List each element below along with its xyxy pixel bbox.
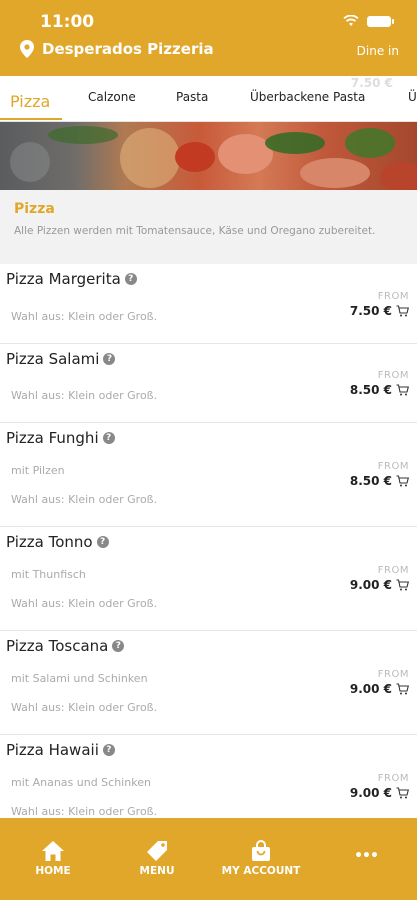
cart-icon[interactable] bbox=[396, 787, 409, 799]
nav-menu-label: MENU bbox=[139, 865, 175, 877]
category-hero-image bbox=[0, 122, 417, 190]
item-option: Wahl aus: Klein oder Groß. bbox=[11, 389, 158, 402]
menu-item-list: Pizza Margerita ? Wahl aus: Klein oder G… bbox=[0, 264, 417, 839]
menu-item-toscana[interactable]: Pizza Toscana ? mit Salami und Schinken … bbox=[0, 631, 417, 735]
item-name: Pizza Funghi bbox=[6, 429, 99, 447]
tab-next[interactable]: Ü bbox=[408, 90, 417, 104]
menu-item-funghi[interactable]: Pizza Funghi ? mit Pilzen Wahl aus: Klei… bbox=[0, 423, 417, 527]
store-selector[interactable]: Desperados Pizzeria bbox=[20, 40, 214, 58]
info-icon[interactable]: ? bbox=[96, 536, 109, 548]
from-label: FROM bbox=[377, 291, 409, 302]
app-header: 11:00 Desperados Pizzeria Dine in bbox=[0, 0, 417, 76]
item-option: Wahl aus: Klein oder Groß. bbox=[11, 310, 158, 323]
item-price: 9.00 € bbox=[349, 786, 392, 800]
item-price: 8.50 € bbox=[349, 474, 392, 488]
category-tabs: 7.50 € Pizza Calzone Pasta Überbackene P… bbox=[0, 76, 417, 122]
cart-icon[interactable] bbox=[396, 384, 409, 396]
item-name: Pizza Margerita bbox=[6, 270, 121, 288]
from-label: FROM bbox=[377, 370, 409, 381]
status-icons bbox=[343, 15, 394, 27]
dine-in-toggle[interactable]: Dine in bbox=[357, 44, 399, 58]
cart-icon[interactable] bbox=[396, 305, 409, 317]
cart-icon[interactable] bbox=[396, 579, 409, 591]
location-pin-icon bbox=[20, 40, 34, 58]
battery-icon bbox=[367, 15, 394, 27]
nav-my-account[interactable]: MY ACCOUNT bbox=[218, 840, 304, 877]
menu-item-margerita[interactable]: Pizza Margerita ? Wahl aus: Klein oder G… bbox=[0, 264, 417, 344]
nav-home-label: HOME bbox=[35, 865, 71, 877]
nav-more[interactable]: ••• bbox=[348, 848, 384, 864]
status-time: 11:00 bbox=[40, 12, 95, 32]
item-detail: mit Pilzen bbox=[11, 464, 65, 477]
item-price: 8.50 € bbox=[349, 383, 392, 397]
nav-home[interactable]: HOME bbox=[28, 840, 78, 877]
tab-pasta[interactable]: Pasta bbox=[176, 90, 208, 104]
tab-ueberbackene-pasta[interactable]: Überbackene Pasta bbox=[250, 90, 365, 104]
tab-active-indicator bbox=[0, 118, 62, 120]
item-name: Pizza Salami bbox=[6, 350, 100, 368]
info-icon[interactable]: ? bbox=[102, 744, 115, 756]
info-icon[interactable]: ? bbox=[103, 353, 116, 365]
tag-icon bbox=[147, 841, 167, 861]
from-label: FROM bbox=[377, 669, 409, 680]
item-option: Wahl aus: Klein oder Groß. bbox=[11, 597, 158, 610]
category-title: Pizza bbox=[14, 201, 55, 217]
info-icon[interactable]: ? bbox=[112, 640, 125, 652]
home-icon bbox=[42, 841, 64, 861]
store-name: Desperados Pizzeria bbox=[42, 40, 214, 58]
category-info: Pizza Alle Pizzen werden mit Tomatensauc… bbox=[0, 190, 417, 264]
bottom-nav: HOME MENU MY ACCOUNT ••• bbox=[0, 818, 417, 900]
wifi-icon bbox=[343, 15, 359, 26]
bag-icon bbox=[252, 840, 270, 861]
item-option: Wahl aus: Klein oder Groß. bbox=[11, 701, 158, 714]
item-detail: mit Thunfisch bbox=[11, 568, 86, 581]
nav-account-label: MY ACCOUNT bbox=[221, 865, 301, 877]
from-label: FROM bbox=[377, 565, 409, 576]
item-price: 9.00 € bbox=[349, 578, 392, 592]
more-icon: ••• bbox=[354, 848, 379, 864]
cart-icon[interactable] bbox=[396, 475, 409, 487]
nav-menu[interactable]: MENU bbox=[132, 840, 182, 877]
tab-calzone[interactable]: Calzone bbox=[88, 90, 136, 104]
info-icon[interactable]: ? bbox=[102, 432, 115, 444]
item-detail: mit Ananas und Schinken bbox=[11, 776, 151, 789]
item-price: 7.50 € bbox=[349, 304, 392, 318]
item-price: 9.00 € bbox=[349, 682, 392, 696]
from-label: FROM bbox=[377, 773, 409, 784]
from-label: FROM bbox=[377, 461, 409, 472]
menu-item-salami[interactable]: Pizza Salami ? Wahl aus: Klein oder Groß… bbox=[0, 344, 417, 423]
item-option: Wahl aus: Klein oder Groß. bbox=[11, 493, 158, 506]
item-detail: mit Salami und Schinken bbox=[11, 672, 148, 685]
item-name: Pizza Tonno bbox=[6, 533, 93, 551]
cart-icon[interactable] bbox=[396, 683, 409, 695]
item-name: Pizza Hawaii bbox=[6, 741, 99, 759]
menu-item-tonno[interactable]: Pizza Tonno ? mit Thunfisch Wahl aus: Kl… bbox=[0, 527, 417, 631]
item-option: Wahl aus: Klein oder Groß. bbox=[11, 805, 158, 818]
tab-pizza[interactable]: Pizza bbox=[10, 92, 50, 111]
ghost-price: 7.50 € bbox=[350, 76, 393, 90]
category-description: Alle Pizzen werden mit Tomatensauce, Käs… bbox=[14, 225, 376, 237]
info-icon[interactable]: ? bbox=[124, 273, 137, 285]
item-name: Pizza Toscana bbox=[6, 637, 109, 655]
